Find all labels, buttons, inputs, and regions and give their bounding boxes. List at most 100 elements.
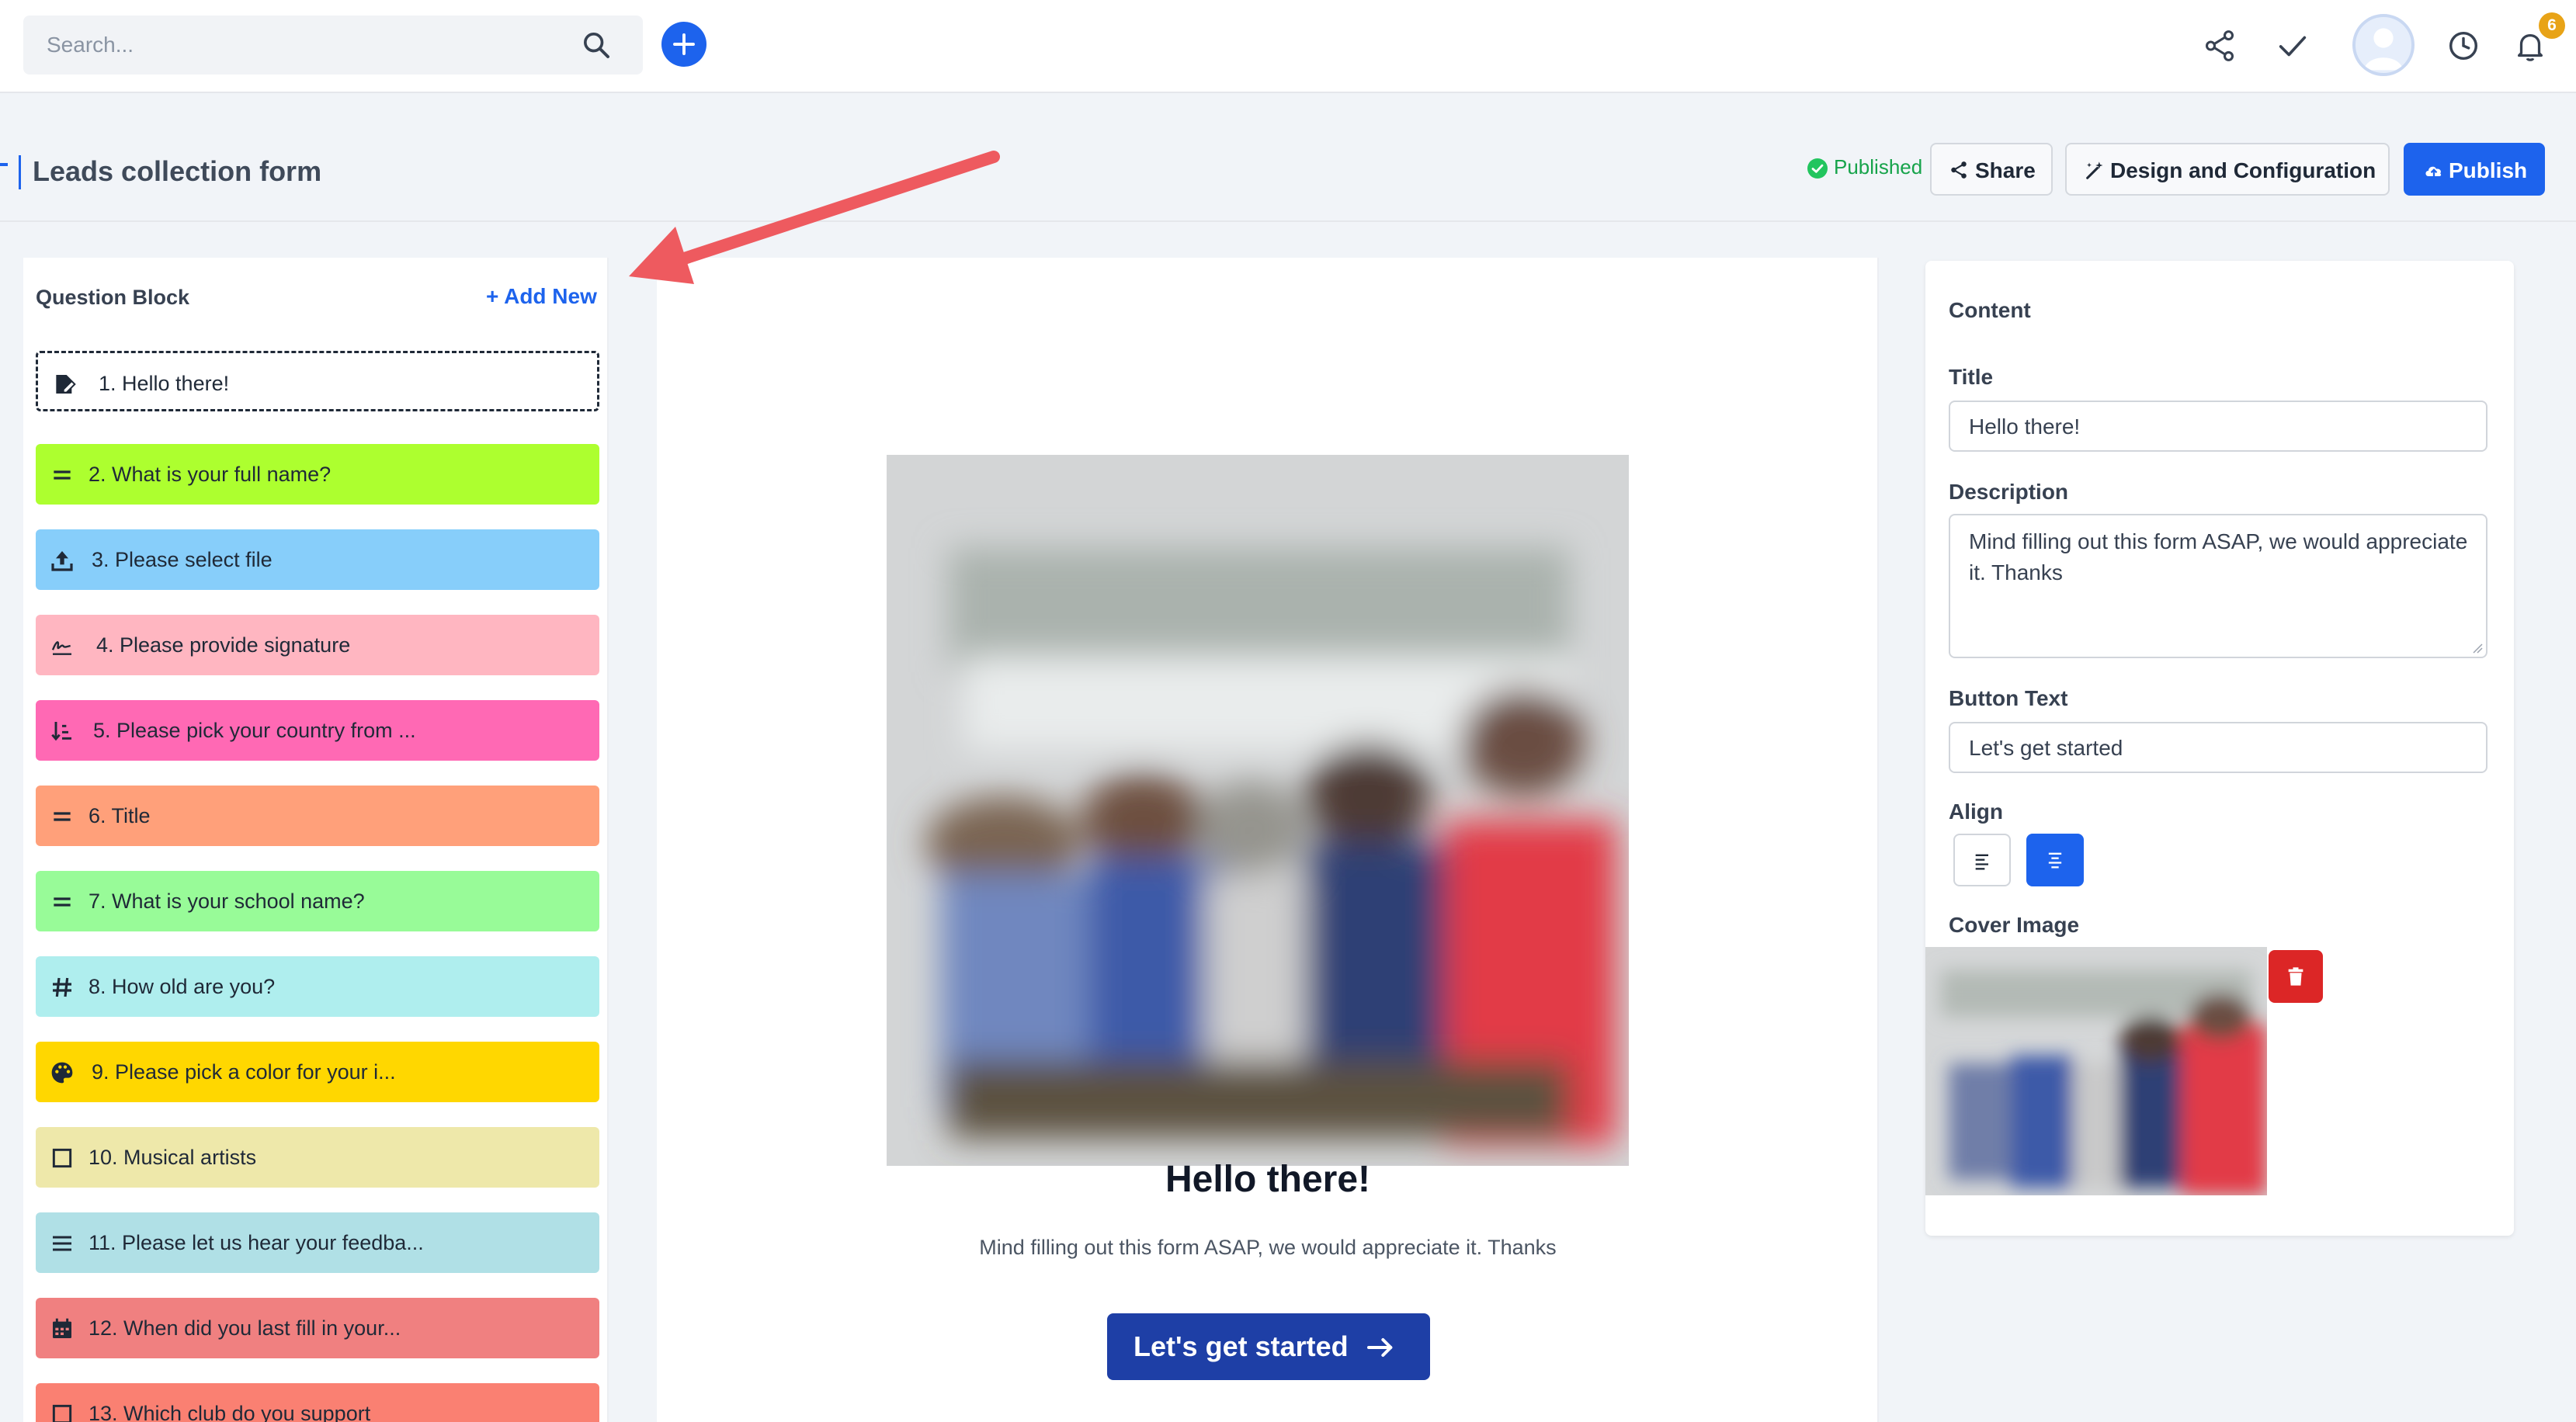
content-heading: Content — [1949, 298, 2031, 322]
short-text-icon — [54, 470, 71, 480]
upload-icon — [51, 551, 73, 571]
button-text-label: Button Text — [1949, 686, 2068, 710]
short-text-icon — [54, 897, 71, 907]
resize-handle-icon[interactable] — [2470, 641, 2483, 654]
question-label: 11. Please let us hear your feedba... — [89, 1231, 424, 1254]
title-divider — [19, 155, 21, 189]
signature-icon — [51, 641, 71, 655]
share-network-icon[interactable] — [2202, 28, 2238, 64]
question-item-2[interactable]: 2. What is your full name? — [36, 444, 599, 505]
magic-wand-icon — [2086, 161, 2103, 179]
form-preview: Hello there! Mind filling out this form … — [657, 258, 1879, 1422]
notification-badge: 6 — [2539, 12, 2565, 39]
short-text-icon — [54, 812, 71, 821]
question-item-4[interactable]: 4. Please provide signature — [36, 615, 599, 675]
align-left-button[interactable] — [1953, 834, 2011, 886]
form-title: Leads collection form — [33, 155, 322, 187]
search-input[interactable] — [23, 16, 567, 75]
check-circle-icon — [1807, 158, 1828, 179]
start-button[interactable]: Let's get started — [1107, 1313, 1430, 1380]
title-value: Hello there! — [1969, 414, 2081, 439]
question-label: 3. Please select file — [92, 548, 273, 571]
align-center-icon — [2048, 852, 2062, 869]
question-block-title: Question Block — [36, 286, 190, 309]
description-field[interactable]: Mind filling out this form ASAP, we woul… — [1949, 514, 2487, 658]
question-item-1[interactable]: 1. Hello there! — [36, 351, 599, 411]
question-item-10[interactable]: 10. Musical artists — [36, 1127, 599, 1188]
cover-image-thumbnail — [1925, 947, 2267, 1195]
cloud-upload-icon — [2425, 166, 2442, 176]
cover-image-label: Cover Image — [1949, 913, 2080, 937]
question-block-panel: Question Block + Add New 1. Hello there!… — [23, 258, 609, 1422]
question-label: 5. Please pick your country from ... — [93, 719, 416, 742]
question-item-11[interactable]: 11. Please let us hear your feedba... — [36, 1212, 599, 1273]
checkmark-icon[interactable] — [2275, 28, 2310, 64]
number-icon — [53, 977, 71, 997]
palette-icon — [51, 1062, 73, 1084]
question-item-6[interactable]: 6. Title — [36, 786, 599, 846]
collapse-indicator[interactable] — [0, 163, 8, 166]
user-avatar[interactable] — [2352, 14, 2415, 76]
cover-thumbnail-photo — [1925, 947, 2267, 1195]
question-label: 1. Hello there! — [99, 372, 230, 395]
question-item-13[interactable]: 13. Which club do you support — [36, 1383, 599, 1422]
search-icon[interactable] — [581, 29, 612, 61]
checkbox-icon — [52, 1404, 72, 1422]
welcome-icon — [56, 375, 76, 394]
question-item-7[interactable]: 7. What is your school name? — [36, 871, 599, 931]
checkbox-icon — [52, 1148, 72, 1168]
dropdown-sort-icon — [51, 722, 71, 741]
search-box[interactable] — [23, 16, 643, 75]
button-text-value: Let's get started — [1969, 736, 2123, 760]
question-label: 7. What is your school name? — [89, 890, 365, 913]
title-field[interactable]: Hello there! — [1949, 401, 2487, 452]
arrow-right-icon — [1367, 1338, 1393, 1357]
calendar-icon — [53, 1318, 71, 1338]
align-left-icon — [1975, 854, 1988, 870]
trash-icon — [2288, 967, 2303, 986]
annotation-arrow — [629, 151, 1000, 284]
question-label: 13. Which club do you support — [89, 1402, 371, 1422]
question-item-3[interactable]: 3. Please select file — [36, 529, 599, 590]
cover-image — [887, 455, 1629, 1166]
design-button-label: Design and Configuration — [2110, 158, 2376, 182]
plus-icon — [673, 33, 695, 55]
question-item-8[interactable]: 8. How old are you? — [36, 956, 599, 1017]
question-label: 9. Please pick a color for your i... — [92, 1060, 396, 1084]
long-text-icon — [53, 1236, 71, 1251]
form-builder-page: 6 Leads collection form Published Share … — [0, 0, 2576, 1422]
header-divider — [0, 220, 2576, 222]
preview-title: Hello there! — [1165, 1159, 1371, 1200]
add-new-button[interactable]: + Add New — [486, 284, 597, 309]
question-label: 6. Title — [89, 804, 151, 827]
align-center-button[interactable] — [2026, 834, 2084, 886]
user-silhouette-icon — [2363, 28, 2404, 71]
description-value: Mind filling out this form ASAP, we woul… — [1969, 529, 2468, 584]
create-new-button[interactable] — [661, 22, 706, 67]
history-clock-icon[interactable] — [2446, 28, 2481, 64]
question-item-5[interactable]: 5. Please pick your country from ... — [36, 700, 599, 761]
question-item-9[interactable]: 9. Please pick a color for your i... — [36, 1042, 599, 1102]
share-button[interactable]: Share — [1930, 143, 2053, 196]
question-label: 2. What is your full name? — [89, 463, 332, 486]
question-label: 10. Musical artists — [89, 1146, 257, 1169]
share-button-label: Share — [1975, 158, 2036, 182]
align-label: Align — [1949, 799, 2003, 824]
delete-cover-button[interactable] — [2269, 950, 2323, 1003]
question-label: 12. When did you last fill in your... — [89, 1316, 401, 1340]
description-label: Description — [1949, 480, 2069, 504]
share-icon — [1951, 161, 1967, 179]
cover-photo-crowd — [887, 455, 1629, 1166]
publish-button[interactable]: Publish — [2404, 143, 2545, 196]
start-button-label: Let's get started — [1134, 1330, 1349, 1362]
published-label: Published — [1834, 155, 1923, 179]
top-bar: 6 — [0, 0, 2576, 93]
title-label: Title — [1949, 365, 1994, 389]
content-settings-panel: Content Title Hello there! Description M… — [1925, 261, 2514, 1236]
design-configuration-button[interactable]: Design and Configuration — [2065, 143, 2390, 196]
question-label: 8. How old are you? — [89, 975, 276, 998]
preview-description: Mind filling out this form ASAP, we woul… — [979, 1236, 1557, 1259]
publish-button-label: Publish — [2449, 158, 2528, 182]
button-text-field[interactable]: Let's get started — [1949, 722, 2487, 773]
question-item-12[interactable]: 12. When did you last fill in your... — [36, 1298, 599, 1358]
